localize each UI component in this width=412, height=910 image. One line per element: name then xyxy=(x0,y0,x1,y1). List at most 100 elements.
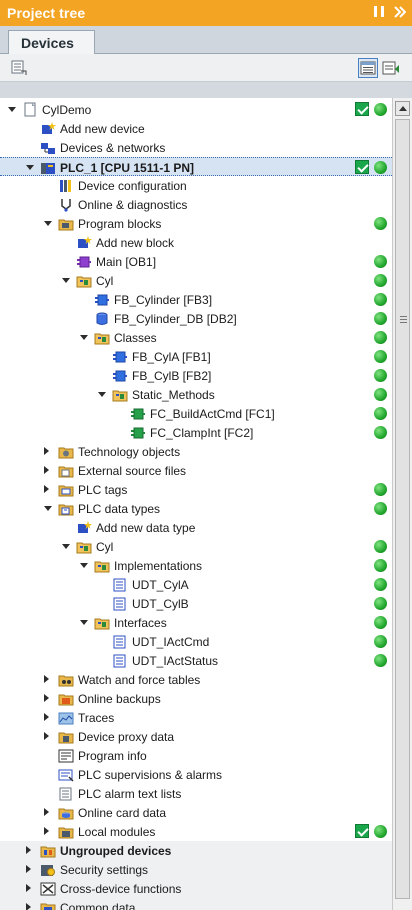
tree-item-online-card-data[interactable]: Online card data xyxy=(0,803,392,822)
plc-tags-icon xyxy=(58,482,74,497)
expand-arrow-icon[interactable] xyxy=(26,865,31,873)
collapse-arrow-icon[interactable] xyxy=(26,165,34,170)
online-status-ok-icon xyxy=(374,578,387,591)
online-status-ok-icon xyxy=(374,426,387,439)
expand-arrow-icon[interactable] xyxy=(26,846,31,854)
tree-item-cyl[interactable]: Cyl xyxy=(0,271,392,290)
tree-item-security-settings[interactable]: Security settings xyxy=(0,860,392,879)
tree-item-cyldemo[interactable]: CylDemo xyxy=(0,100,392,119)
expand-arrow-icon[interactable] xyxy=(44,732,49,740)
tree-item-fc-clampint-fc2[interactable]: FC_ClampInt [FC2] xyxy=(0,423,392,442)
tree-item-plc-tags[interactable]: PLC tags xyxy=(0,480,392,499)
group-folder-icon xyxy=(94,558,110,573)
expand-arrow-icon[interactable] xyxy=(26,884,31,892)
collapse-arrow-icon[interactable] xyxy=(44,506,52,511)
online-status-ok-icon xyxy=(374,825,387,838)
tree-item-fb-cylinder-fb3[interactable]: FB_Cylinder [FB3] xyxy=(0,290,392,309)
consistency-check-icon xyxy=(355,160,369,174)
collapse-arrow-icon[interactable] xyxy=(80,563,88,568)
tree-item-cyl[interactable]: Cyl xyxy=(0,537,392,556)
expand-arrow-icon[interactable] xyxy=(44,808,49,816)
collapse-arrow-icon[interactable] xyxy=(62,278,70,283)
online-status-ok-icon xyxy=(374,654,387,667)
tree-item-main-ob1[interactable]: Main [OB1] xyxy=(0,252,392,271)
tree-item-device-configuration[interactable]: Device configuration xyxy=(0,176,392,195)
pin-icon[interactable] xyxy=(372,5,386,19)
collapse-arrow-icon[interactable] xyxy=(62,544,70,549)
panel-title-bar: Project tree xyxy=(0,0,412,26)
tree-item-cross-device-functions[interactable]: Cross-device functions xyxy=(0,879,392,898)
tree-item-label: Technology objects xyxy=(78,445,181,459)
online-status-ok-icon xyxy=(374,483,387,496)
tree-item-label: External source files xyxy=(78,464,187,478)
tree-item-program-info[interactable]: Program info xyxy=(0,746,392,765)
tree-item-add-new-data-type[interactable]: Add new data type xyxy=(0,518,392,537)
tree-item-fb-cylinder-db-db2[interactable]: FB_Cylinder_DB [DB2] xyxy=(0,309,392,328)
traces-icon xyxy=(58,710,74,725)
tree-item-fc-buildactcmd-fc1[interactable]: FC_BuildActCmd [FC1] xyxy=(0,404,392,423)
tree-item-udt-cylb[interactable]: UDT_CylB xyxy=(0,594,392,613)
overview-icon[interactable] xyxy=(358,58,378,78)
expand-arrow-icon[interactable] xyxy=(44,694,49,702)
tree-item-plc-1-cpu-1511-1-pn[interactable]: PLC_1 [CPU 1511-1 PN] xyxy=(0,157,392,176)
show-hide-columns-icon[interactable] xyxy=(9,58,29,78)
tree-item-plc-data-types[interactable]: PLC data types xyxy=(0,499,392,518)
tree-item-fb-cylb-fb2[interactable]: FB_CylB [FB2] xyxy=(0,366,392,385)
expand-arrow-icon[interactable] xyxy=(44,447,49,455)
online-status-ok-icon xyxy=(374,217,387,230)
tree-item-udt-cyla[interactable]: UDT_CylA xyxy=(0,575,392,594)
tree-item-label: Online backups xyxy=(78,692,161,706)
consistency-check-icon xyxy=(355,102,369,116)
panel-title: Project tree xyxy=(7,5,86,21)
udt-icon xyxy=(112,577,128,592)
tree-item-interfaces[interactable]: Interfaces xyxy=(0,613,392,632)
tree-item-ungrouped-devices[interactable]: Ungrouped devices xyxy=(0,841,392,860)
expand-arrow-icon[interactable] xyxy=(44,827,49,835)
expand-arrow-icon[interactable] xyxy=(44,485,49,493)
tree-item-classes[interactable]: Classes xyxy=(0,328,392,347)
online-status-ok-icon xyxy=(374,350,387,363)
collapse-arrow-icon[interactable] xyxy=(80,620,88,625)
collapse-arrow-icon[interactable] xyxy=(8,107,16,112)
scroll-thumb[interactable] xyxy=(395,119,410,899)
tree-item-add-new-device[interactable]: Add new device xyxy=(0,119,392,138)
collapse-arrow-icon[interactable] xyxy=(44,221,52,226)
tree-item-devices-networks[interactable]: Devices & networks xyxy=(0,138,392,157)
udt-icon xyxy=(112,634,128,649)
tree-item-label: PLC_1 [CPU 1511-1 PN] xyxy=(60,161,195,175)
tree-item-technology-objects[interactable]: Technology objects xyxy=(0,442,392,461)
scroll-up-arrow-icon[interactable] xyxy=(395,101,410,116)
tree-item-static-methods[interactable]: Static_Methods xyxy=(0,385,392,404)
tree-item-plc-alarm-text-lists[interactable]: PLC alarm text lists xyxy=(0,784,392,803)
expand-arrow-icon[interactable] xyxy=(44,713,49,721)
vertical-scrollbar[interactable] xyxy=(392,98,412,910)
tree-item-online-diagnostics[interactable]: Online & diagnostics xyxy=(0,195,392,214)
expand-arrow-icon[interactable] xyxy=(44,466,49,474)
tab-devices[interactable]: Devices xyxy=(8,30,95,55)
expand-arrow-icon[interactable] xyxy=(26,903,31,910)
tree-item-program-blocks[interactable]: Program blocks xyxy=(0,214,392,233)
tree-item-label: UDT_IActCmd xyxy=(132,635,210,649)
tree-item-common-data[interactable]: Common data xyxy=(0,898,392,910)
tree-item-udt-iactstatus[interactable]: UDT_IActStatus xyxy=(0,651,392,670)
device-config-icon xyxy=(58,178,74,193)
tree-item-plc-supervisions-alarms[interactable]: PLC supervisions & alarms xyxy=(0,765,392,784)
tree-item-local-modules[interactable]: Local modules xyxy=(0,822,392,841)
tree-item-external-source-files[interactable]: External source files xyxy=(0,461,392,480)
tree-item-device-proxy-data[interactable]: Device proxy data xyxy=(0,727,392,746)
ob-icon xyxy=(76,254,92,269)
collapse-panel-icon[interactable] xyxy=(392,5,407,19)
tree-item-implementations[interactable]: Implementations xyxy=(0,556,392,575)
tree-item-label: FB_CylA [FB1] xyxy=(132,350,211,364)
expand-arrow-icon[interactable] xyxy=(44,675,49,683)
collapse-arrow-icon[interactable] xyxy=(98,392,106,397)
tree-item-udt-iactcmd[interactable]: UDT_IActCmd xyxy=(0,632,392,651)
details-icon[interactable] xyxy=(381,58,401,78)
tree-item-traces[interactable]: Traces xyxy=(0,708,392,727)
tree-item-watch-and-force-tables[interactable]: Watch and force tables xyxy=(0,670,392,689)
tree-item-online-backups[interactable]: Online backups xyxy=(0,689,392,708)
tree-item-fb-cyla-fb1[interactable]: FB_CylA [FB1] xyxy=(0,347,392,366)
collapse-arrow-icon[interactable] xyxy=(80,335,88,340)
tree-item-add-new-block[interactable]: Add new block xyxy=(0,233,392,252)
online-card-icon xyxy=(58,805,74,820)
